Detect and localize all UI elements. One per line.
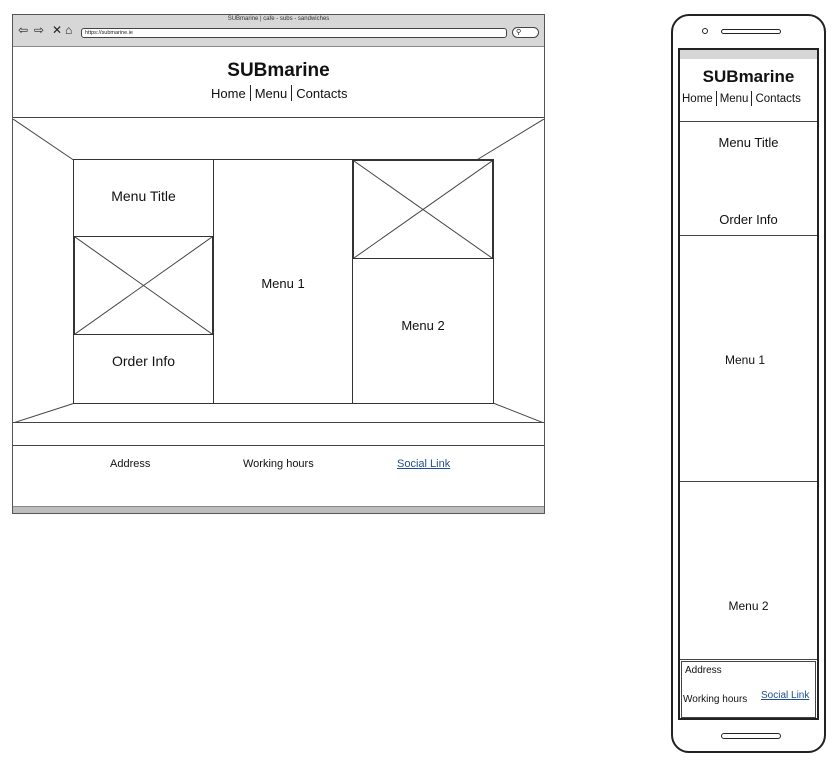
mobile-nav-contacts[interactable]: Contacts: [752, 93, 800, 105]
mobile-footer-address: Address: [685, 665, 722, 676]
mobile-menu-info-section: Menu Title Order Info: [680, 123, 817, 236]
browser-search-field[interactable]: ⚲: [512, 27, 539, 38]
menu-1-panel: Menu 1: [213, 159, 353, 404]
address-bar[interactable]: https://submarine.ie: [81, 28, 507, 38]
mobile-site-title[interactable]: SUBmarine: [680, 67, 817, 87]
home-button-icon[interactable]: [721, 733, 781, 739]
search-icon: ⚲: [516, 29, 521, 37]
mobile-nav-home[interactable]: Home: [682, 93, 716, 105]
menu-2-column: Menu 2: [352, 159, 494, 404]
mobile-menu-2-label: Menu 2: [680, 599, 817, 613]
window-title: SUBmarine | cafe - subs - sandwiches: [13, 16, 544, 22]
browser-statusbar: [13, 506, 544, 513]
footer-address: Address: [110, 458, 150, 470]
footer-social-link[interactable]: Social Link: [397, 458, 450, 470]
menu-image-placeholder: [74, 236, 213, 335]
main-nav: Home Menu Contacts: [211, 85, 348, 101]
order-info-heading: Order Info: [74, 353, 213, 369]
desktop-browser-window: SUBmarine | cafe - subs - sandwiches ⇦ ⇨…: [12, 14, 545, 514]
menu-title-heading: Menu Title: [74, 188, 213, 204]
site-footer: Address Working hours Social Link: [13, 446, 544, 506]
home-icon[interactable]: ⌂: [65, 24, 72, 36]
menu-1-label: Menu 1: [214, 276, 352, 291]
nav-menu[interactable]: Menu: [251, 86, 292, 101]
mobile-statusbar: [680, 50, 817, 59]
mobile-footer-social-link[interactable]: Social Link: [761, 690, 809, 701]
mobile-menu-2-panel: Menu 2: [680, 483, 817, 660]
menu-2-image-placeholder: [353, 160, 493, 259]
nav-contacts[interactable]: Contacts: [292, 86, 347, 101]
camera-icon: [702, 28, 708, 34]
back-arrow-icon[interactable]: ⇦: [18, 24, 28, 36]
site-title[interactable]: SUBmarine: [13, 60, 544, 82]
browser-titlebar: SUBmarine | cafe - subs - sandwiches ⇦ ⇨…: [13, 15, 544, 47]
footer-working-hours: Working hours: [243, 458, 314, 470]
mobile-screen: SUBmarine Home Menu Contacts Menu Title …: [678, 48, 819, 720]
hero-section: Menu Title Order Info Menu 1 Menu 2: [13, 119, 544, 423]
forward-arrow-icon[interactable]: ⇨: [34, 24, 44, 36]
menu-info-column: Menu Title Order Info: [73, 159, 214, 404]
mobile-menu-1-label: Menu 1: [680, 353, 810, 367]
mobile-order-info-heading: Order Info: [680, 212, 817, 227]
mobile-menu-title-heading: Menu Title: [680, 135, 817, 150]
mobile-nav-menu[interactable]: Menu: [717, 93, 752, 105]
mobile-footer-working-hours: Working hours: [683, 694, 747, 705]
nav-home[interactable]: Home: [211, 86, 250, 101]
site-header: SUBmarine Home Menu Contacts: [13, 48, 544, 118]
mobile-site-footer: Address Working hours Social Link: [681, 661, 816, 718]
speaker-icon: [721, 29, 781, 34]
stop-icon[interactable]: ✕: [52, 24, 62, 36]
mobile-site-header: SUBmarine Home Menu Contacts: [680, 59, 817, 122]
mobile-menu-1-panel: Menu 1: [680, 237, 817, 482]
menu-2-label: Menu 2: [353, 318, 493, 333]
mobile-main-nav: Home Menu Contacts: [682, 91, 801, 106]
mobile-phone-frame: SUBmarine Home Menu Contacts Menu Title …: [671, 14, 826, 753]
